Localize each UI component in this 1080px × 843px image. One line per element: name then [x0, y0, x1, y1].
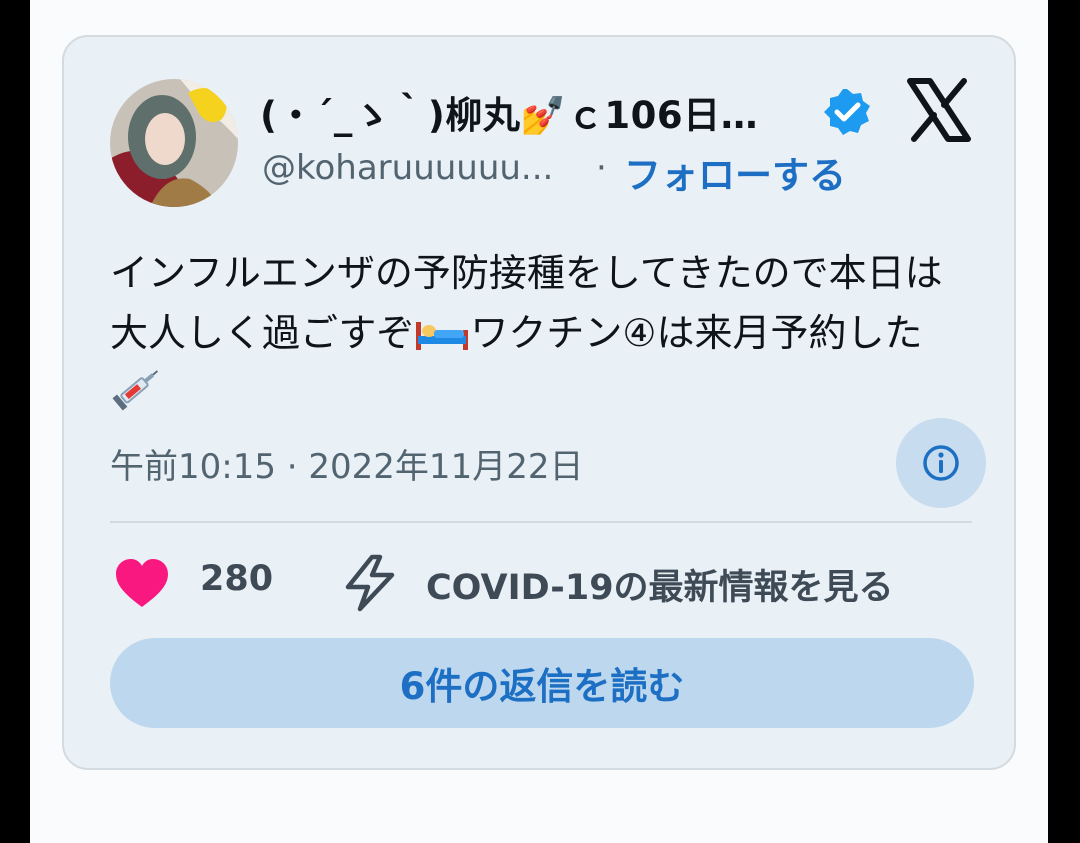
read-replies-button[interactable]: 6件の返信を読む: [110, 638, 974, 728]
tweet-text-part-2: ワクチン④は来月予約した: [470, 311, 923, 355]
page-background: (・´_ゝ｀)柳丸💅ｃ106日… @koharuuuuuu... · フォローす…: [30, 0, 1048, 843]
tweet-card[interactable]: (・´_ゝ｀)柳丸💅ｃ106日… @koharuuuuuu... · フォローす…: [62, 35, 1016, 770]
display-name[interactable]: (・´_ゝ｀)柳丸💅ｃ106日…: [260, 85, 758, 139]
read-replies-label: 6件の返信を読む: [399, 665, 685, 708]
x-logo-icon[interactable]: [906, 77, 972, 143]
tweet-text: インフルエンザの予防接種をしてきたので本日は大人しく過ごすぞ ワクチン④は来月予約…: [110, 243, 970, 423]
syringe-emoji-icon: [112, 370, 159, 411]
follow-button[interactable]: フォローする: [624, 145, 846, 199]
lightning-icon[interactable]: [342, 553, 398, 613]
info-icon: [923, 445, 959, 481]
verified-badge-icon: [824, 89, 870, 135]
covid-info-link[interactable]: COVID-19の最新情報を見る: [426, 559, 894, 610]
divider: [110, 521, 972, 523]
like-count[interactable]: 280: [200, 559, 273, 599]
info-button[interactable]: [896, 418, 986, 508]
avatar[interactable]: [110, 79, 238, 207]
user-handle[interactable]: @koharuuuuuu...: [262, 148, 553, 188]
bed-emoji-icon: [416, 322, 469, 350]
tweet-timestamp[interactable]: 午前10:15 · 2022年11月22日: [110, 439, 583, 488]
heart-icon[interactable]: [114, 557, 170, 611]
separator-dot: ·: [596, 148, 607, 188]
